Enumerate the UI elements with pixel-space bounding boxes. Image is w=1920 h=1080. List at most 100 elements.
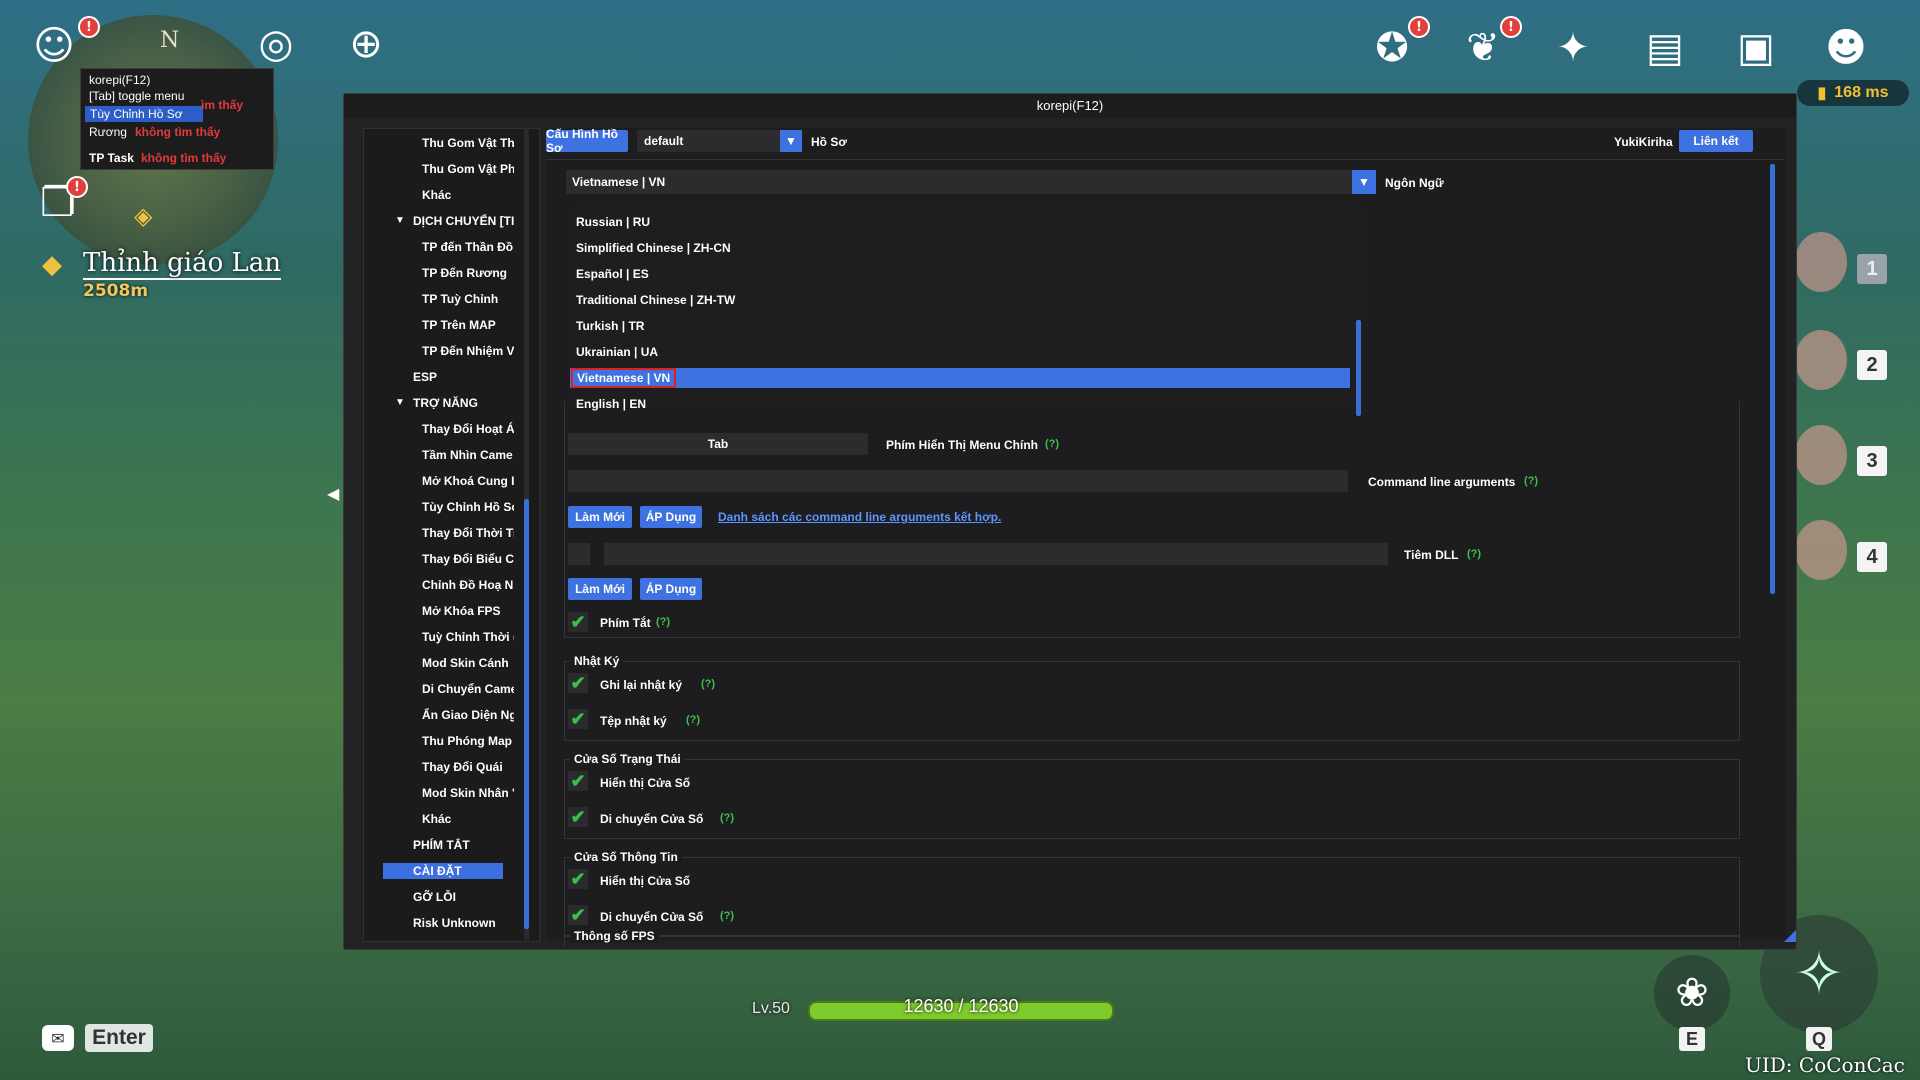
info-move-checkbox[interactable]: ✔ xyxy=(568,905,588,925)
sidebar-scrollbar-thumb[interactable] xyxy=(524,499,529,929)
enter-key-hint[interactable]: Enter xyxy=(85,1024,153,1052)
adventurer-book-icon[interactable]: ▤ xyxy=(1637,20,1693,76)
popup-selected-item: Tùy Chỉnh Hồ Sơ xyxy=(85,106,203,122)
sidebar-item[interactable]: TP Đến Rương xyxy=(422,265,514,281)
party-slot-number[interactable]: 2 xyxy=(1857,350,1887,380)
sidebar-item[interactable]: Chỉnh Đồ Hoạ N xyxy=(422,577,514,593)
sidebar-item[interactable]: Mở Khóa FPS xyxy=(422,603,514,619)
inventory-bag-icon[interactable]: ▣ xyxy=(1728,20,1784,76)
target-icon[interactable]: ◎ xyxy=(248,16,304,72)
info-window-group xyxy=(564,857,1740,937)
sidebar-item[interactable]: ▼ TRỢ NĂNG xyxy=(395,395,523,411)
profile-config-button[interactable]: Cấu Hình Hồ Sơ xyxy=(546,127,628,155)
sidebar-item[interactable]: ▼ DỊCH CHUYỂN [TI xyxy=(395,213,523,229)
language-option[interactable]: English | EN xyxy=(576,394,646,414)
sidebar-item[interactable]: TP đến Thần Đồ xyxy=(422,239,514,255)
sidebar-item-label: Thay Đổi Hoạt Á xyxy=(422,422,514,436)
sidebar-item[interactable]: TP Tuỳ Chỉnh xyxy=(422,291,514,307)
sidebar-item[interactable]: Thu Phóng Map xyxy=(422,733,514,749)
language-option[interactable]: Simplified Chinese | ZH-CN xyxy=(576,238,731,258)
info-show-checkbox[interactable]: ✔ xyxy=(568,869,588,889)
log-record-help[interactable]: (?) xyxy=(701,678,715,690)
log-record-checkbox[interactable]: ✔ xyxy=(568,673,588,693)
info-move-help[interactable]: (?) xyxy=(720,910,734,922)
waypoint-icon[interactable]: ⊕ xyxy=(338,16,394,72)
paimon-menu-icon[interactable]: ☺ xyxy=(26,18,82,74)
sidebar-item-label: Mod Skin Cánh xyxy=(422,656,509,670)
quest-name[interactable]: Thỉnh giáo Lan xyxy=(83,248,282,280)
log-group-title: Nhật Ký xyxy=(570,654,624,668)
sidebar-item[interactable]: Khác xyxy=(422,187,514,203)
sidebar-item[interactable]: Tầm Nhìn Came xyxy=(422,447,514,463)
language-dropdown-list[interactable]: Russian | RU Simplified Chinese | ZH-CN Es… xyxy=(570,206,1362,411)
sidebar-item[interactable]: Khác xyxy=(422,811,514,827)
sidebar-item[interactable]: Di Chuyển Came xyxy=(422,681,514,697)
status-move-checkbox[interactable]: ✔ xyxy=(568,807,588,827)
sidebar-item[interactable]: Thay Đổi Hoạt Á xyxy=(422,421,514,437)
expand-arrow-icon[interactable]: ▼ xyxy=(395,395,405,411)
popup-row1-label: Rương xyxy=(89,125,127,139)
sidebar-item[interactable]: Ẩn Giao Diện Ng xyxy=(422,707,514,723)
sidebar-item-label: Khác xyxy=(422,188,452,202)
sidebar-item[interactable]: PHÍM TẮT xyxy=(413,837,523,853)
language-option[interactable]: Russian | RU xyxy=(576,212,650,232)
settings-scrollbar-thumb[interactable] xyxy=(1770,164,1775,594)
character-icon[interactable]: ☻ xyxy=(1818,20,1874,76)
sidebar-item-label: DỊCH CHUYỂN [TI xyxy=(413,214,515,228)
language-select[interactable]: Vietnamese | VN xyxy=(566,170,1352,194)
sidebar-item[interactable]: GỠ LỖI xyxy=(413,889,523,905)
sidebar-item[interactable]: Mod Skin Nhân ' xyxy=(422,785,514,801)
sidebar-item[interactable]: Tuỳ Chỉnh Thời ( xyxy=(422,629,514,645)
sidebar-item[interactable]: TP Đến Nhiệm V xyxy=(422,343,514,359)
language-option[interactable]: Español | ES xyxy=(576,264,649,284)
profile-select[interactable]: default xyxy=(637,130,780,152)
collapse-arrow-icon[interactable]: ◀ xyxy=(327,484,339,503)
korepi-window[interactable]: korepi(F12) Thu Gom Vật Th Thu Gom Vật Ph… xyxy=(343,93,1797,950)
sidebar-item-label: Mở Khoá Cung I xyxy=(422,474,514,488)
status-move-help[interactable]: (?) xyxy=(720,812,734,824)
resize-grip-icon[interactable] xyxy=(1784,930,1796,942)
log-file-help[interactable]: (?) xyxy=(686,714,700,726)
elemental-skill-icon[interactable]: ❀ xyxy=(1654,955,1730,1031)
language-dropdown-scrollbar[interactable] xyxy=(1356,320,1361,416)
party-slot-number[interactable]: 4 xyxy=(1857,542,1887,572)
sidebar-item-label: Thu Gom Vật Th xyxy=(422,136,514,150)
wish-star-icon[interactable]: ✦ xyxy=(1545,20,1601,76)
sidebar-item[interactable]: Tùy Chỉnh Hồ Sơ xyxy=(422,499,514,515)
sidebar-item[interactable]: Risk Unknown xyxy=(413,915,523,931)
sidebar-item[interactable]: Thu Gom Vật Th xyxy=(422,135,514,151)
party-avatar[interactable] xyxy=(1795,425,1847,485)
sidebar-item[interactable]: Thay Đổi Biểu C xyxy=(422,551,514,567)
language-option[interactable]: Vietnamese | VN xyxy=(570,368,1350,388)
language-dropdown-arrow-icon[interactable]: ▼ xyxy=(1352,170,1376,194)
sidebar-item-label: TP Đến Rương xyxy=(422,266,508,280)
log-file-checkbox[interactable]: ✔ xyxy=(568,709,588,729)
profile-dropdown-arrow-icon[interactable]: ▼ xyxy=(780,130,802,152)
expand-arrow-icon[interactable]: ▼ xyxy=(395,213,405,229)
sidebar-item-label: Thay Đổi Quái xyxy=(422,760,503,774)
link-button[interactable]: Liên kết xyxy=(1679,130,1753,152)
party-avatar[interactable] xyxy=(1795,232,1847,292)
sidebar-item[interactable]: Thay Đổi Thời Ti xyxy=(422,525,514,541)
sidebar-item[interactable]: CÀI ĐẶT xyxy=(383,863,503,879)
sidebar-item[interactable]: Mod Skin Cánh xyxy=(422,655,514,671)
language-option[interactable]: Ukrainian | UA xyxy=(576,342,658,362)
party-avatar[interactable] xyxy=(1795,330,1847,390)
party-slot-number[interactable]: 1 xyxy=(1857,254,1887,284)
sidebar-item[interactable]: Mở Khoá Cung I xyxy=(422,473,514,489)
chat-icon[interactable]: ✉ xyxy=(42,1025,74,1051)
sidebar-item[interactable]: TP Trên MAP xyxy=(422,317,514,333)
sidebar[interactable]: Thu Gom Vật Th Thu Gom Vật Ph Khác ▼ DỊCH CH… xyxy=(363,128,540,942)
popup-row2-label: TP Task xyxy=(89,151,134,165)
language-option[interactable]: Turkish | TR xyxy=(576,316,644,336)
language-option[interactable]: Traditional Chinese | ZH-TW xyxy=(576,290,735,310)
skill-q-key: Q xyxy=(1806,1027,1832,1051)
window-title[interactable]: korepi(F12) xyxy=(344,94,1796,118)
status-show-label: Hiển thị Cửa Số xyxy=(600,776,691,790)
party-slot-number[interactable]: 3 xyxy=(1857,446,1887,476)
sidebar-item[interactable]: ESP xyxy=(413,369,523,385)
sidebar-item[interactable]: Thu Gom Vật Ph xyxy=(422,161,514,177)
sidebar-item[interactable]: Thay Đổi Quái xyxy=(422,759,514,775)
status-show-checkbox[interactable]: ✔ xyxy=(568,771,588,791)
party-avatar[interactable] xyxy=(1795,520,1847,580)
